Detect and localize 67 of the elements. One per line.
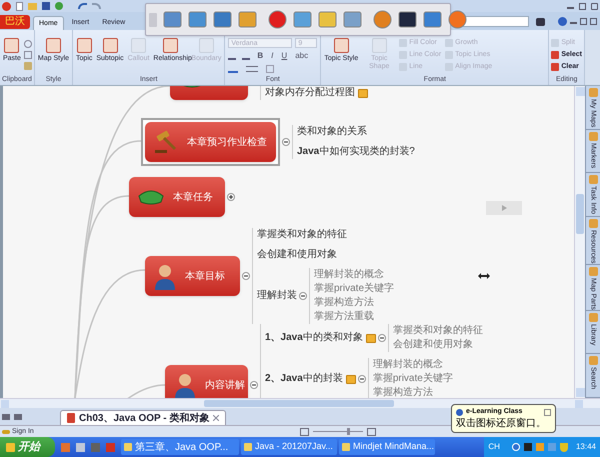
play-icon[interactable] [502,205,506,211]
topic-node[interactable]: 本章任务 [129,177,225,217]
app-menu-button[interactable]: 巴沃 [0,15,30,29]
topic-text[interactable]: 理解封装的概念 [372,358,453,372]
start-button[interactable]: 开始 [0,437,55,457]
restore-icon[interactable] [579,2,586,10]
info-icon [456,408,463,416]
redo-icon[interactable] [92,3,101,9]
horizontal-scroll-thumb[interactable] [204,400,394,407]
zoom-slider[interactable] [312,428,363,435]
topic-node[interactable]: 内容讲解 [165,365,248,398]
topic-text[interactable]: 对象内存分配过程图 [265,86,355,100]
topic-text[interactable]: 会创建和使用对象 [257,248,337,262]
topic-label: 内容讲解 [205,378,245,392]
taskbar-button[interactable]: Java - 201207Jav... [241,439,337,455]
topic-text[interactable]: 会创建和使用对象 [392,338,483,352]
topic-text[interactable]: 掌握构造方法 [314,296,394,310]
topic-text[interactable]: 理解封装 [257,289,297,303]
help-field[interactable] [463,16,529,27]
document-tab[interactable]: Ch03、Java OOP - 类和对象 [60,410,226,425]
topic-text[interactable]: 掌握private关键字 [314,282,394,296]
minus-icon[interactable] [242,272,250,280]
font-style-button[interactable]: B [256,51,264,61]
gavel-icon [153,129,179,155]
topic-node[interactable]: 本章预习作业检查 [145,122,276,162]
topic-text[interactable]: 掌握方法重载 [314,310,394,324]
balloon-message: 双击图标还原窗口。 [456,417,547,430]
undo-icon[interactable] [78,3,87,9]
taskbar-button[interactable]: 第三章、Java OOP... [121,439,239,455]
vertical-scrollbar[interactable] [574,86,585,398]
shield-icon[interactable] [560,442,568,452]
resize-cursor-icon [478,273,490,279]
topic-text[interactable]: 1、Java中的类和对象 [265,331,363,345]
topic-label: 本章任务 [173,190,213,204]
topic-text[interactable]: 理解封装的概念 [314,268,394,282]
topic-text[interactable]: Java中如何实现类的封装? [297,145,415,159]
font-style-button[interactable]: U [280,51,288,61]
person-icon [173,371,197,398]
record-icon[interactable] [268,10,287,29]
topic-text[interactable]: 类和对象的关系 [297,125,367,139]
topic-text[interactable]: 掌握类和对象的特征 [392,324,483,338]
minus-icon[interactable] [299,292,307,300]
plus-icon[interactable] [227,193,235,201]
taskbar-button[interactable]: Mindjet MindMana... [339,439,435,455]
language-indicator[interactable]: CH [488,441,500,453]
scroll-thumb[interactable] [576,194,584,234]
restore-icon[interactable] [580,18,587,25]
font-style-button[interactable]: I [270,51,274,61]
new-file-icon[interactable] [16,2,23,10]
topic-label: 本章目标 [185,270,225,284]
topic-text[interactable]: 掌握private关键字 [372,372,453,386]
topic-node[interactable]: 本章目标 [145,256,240,296]
person-icon [153,262,177,290]
topic-text[interactable]: 掌握构造方法 [372,386,453,398]
minus-icon[interactable] [282,138,290,146]
topic-text[interactable]: 掌握类和对象的特征 [257,228,347,242]
topic-label: 本章预习作业检查 [187,136,267,150]
ribbon-side-panel [585,30,600,85]
minus-icon[interactable] [358,375,366,383]
topic-text[interactable]: 2、Java中的封装 [265,372,343,386]
minus-icon[interactable] [250,381,258,389]
font-style-button[interactable]: abc [294,51,310,61]
cap-icon [137,188,165,206]
clock: 13:44 [576,441,596,453]
zoom-slider-thumb[interactable] [346,428,350,435]
align-icon[interactable] [246,66,258,72]
minus-icon[interactable] [378,334,386,342]
